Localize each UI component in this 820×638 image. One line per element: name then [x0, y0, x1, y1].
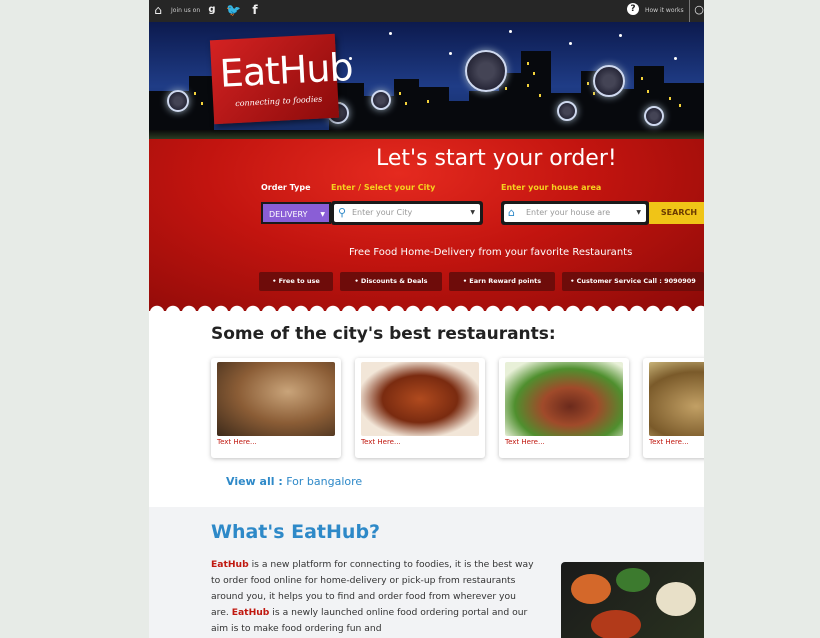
brand-name: EatHub — [231, 607, 270, 618]
food-plate-icon — [167, 90, 189, 112]
search-icon[interactable]: ○ — [692, 3, 704, 17]
card-caption: Text Here... — [505, 438, 545, 446]
join-us-text: Join us on — [171, 7, 201, 14]
logo-text: EatHub — [218, 44, 354, 96]
ground-strip — [149, 130, 704, 139]
order-type-value: DELIVERY — [269, 210, 308, 219]
about-text: EatHub is a new platform for connecting … — [211, 557, 536, 637]
order-tagline: Free Food Home-Delivery from your favori… — [349, 247, 633, 258]
food-bowl-icon — [593, 65, 625, 97]
hero-banner: EatHub connecting to foodies — [149, 22, 704, 139]
view-all-label: View all : — [226, 475, 283, 488]
about-title: What's EatHub? — [211, 521, 381, 543]
view-all-link[interactable]: View all : For bangalore — [226, 475, 362, 488]
pizza-icon — [557, 101, 577, 121]
card-caption: Text Here... — [361, 438, 401, 446]
food-image — [361, 362, 479, 436]
location-pin-icon: ⚲ — [338, 206, 347, 219]
feature-free: • Free to use — [259, 272, 333, 291]
drink-icon — [371, 90, 391, 110]
feature-rewards: • Earn Reward points — [449, 272, 555, 291]
page: ⌂ Join us on g 🐦 f ? How it works ○ EatH… — [149, 0, 704, 638]
restaurant-card[interactable]: Text Here... — [211, 358, 341, 458]
restaurant-card[interactable]: Text Here... — [643, 358, 704, 458]
facebook-icon[interactable]: f — [248, 3, 262, 17]
restaurant-card[interactable]: Text Here... — [355, 358, 485, 458]
zigzag-divider — [149, 297, 704, 313]
house-icon: ⌂ — [508, 206, 515, 219]
view-all-city: For bangalore — [286, 475, 363, 488]
city-field[interactable]: ⚲ Enter your City ▼ — [331, 201, 483, 225]
google-plus-icon[interactable]: g — [205, 3, 219, 17]
city-label: Enter / Select your City — [331, 183, 436, 192]
dish-icon — [644, 106, 664, 126]
home-icon[interactable]: ⌂ — [151, 3, 165, 17]
search-button[interactable]: SEARCH — [649, 202, 704, 224]
restaurant-card[interactable]: Text Here... — [499, 358, 629, 458]
help-icon[interactable]: ? — [627, 3, 639, 15]
chevron-down-icon: ▼ — [636, 209, 641, 216]
order-section: Let's start your order! Order Type Enter… — [149, 139, 704, 311]
card-caption: Text Here... — [217, 438, 257, 446]
order-type-dropdown[interactable]: DELIVERY ▼ — [261, 202, 331, 224]
area-label: Enter your house area — [501, 183, 602, 192]
top-bar: ⌂ Join us on g 🐦 f ? How it works ○ — [149, 0, 704, 22]
restaurants-title: Some of the city's best restaurants: — [211, 324, 556, 344]
area-input[interactable]: Enter your house are — [526, 204, 610, 222]
eathub-logo[interactable]: EatHub connecting to foodies — [209, 33, 354, 125]
city-input[interactable]: Enter your City — [352, 204, 412, 222]
food-image — [505, 362, 623, 436]
divider — [689, 0, 690, 22]
area-field[interactable]: ⌂ Enter your house are ▼ — [501, 201, 649, 225]
twitter-icon[interactable]: 🐦 — [226, 3, 241, 17]
logo-tagline: connecting to foodies — [234, 94, 323, 109]
food-photo — [561, 562, 704, 638]
food-image — [217, 362, 335, 436]
order-type-label: Order Type — [261, 183, 311, 192]
chevron-down-icon: ▼ — [320, 211, 325, 218]
brand-name: EatHub — [211, 559, 249, 570]
how-it-works-link[interactable]: How it works — [645, 7, 684, 14]
about-section: What's EatHub? EatHub is a new platform … — [149, 507, 704, 638]
chevron-down-icon: ▼ — [470, 209, 475, 216]
feature-discounts: • Discounts & Deals — [340, 272, 442, 291]
card-caption: Text Here... — [649, 438, 689, 446]
feature-customer-service: • Customer Service Call : 9090909 — [562, 272, 704, 291]
order-headline: Let's start your order! — [376, 146, 617, 171]
food-image — [649, 362, 704, 436]
burger-icon — [465, 50, 507, 92]
